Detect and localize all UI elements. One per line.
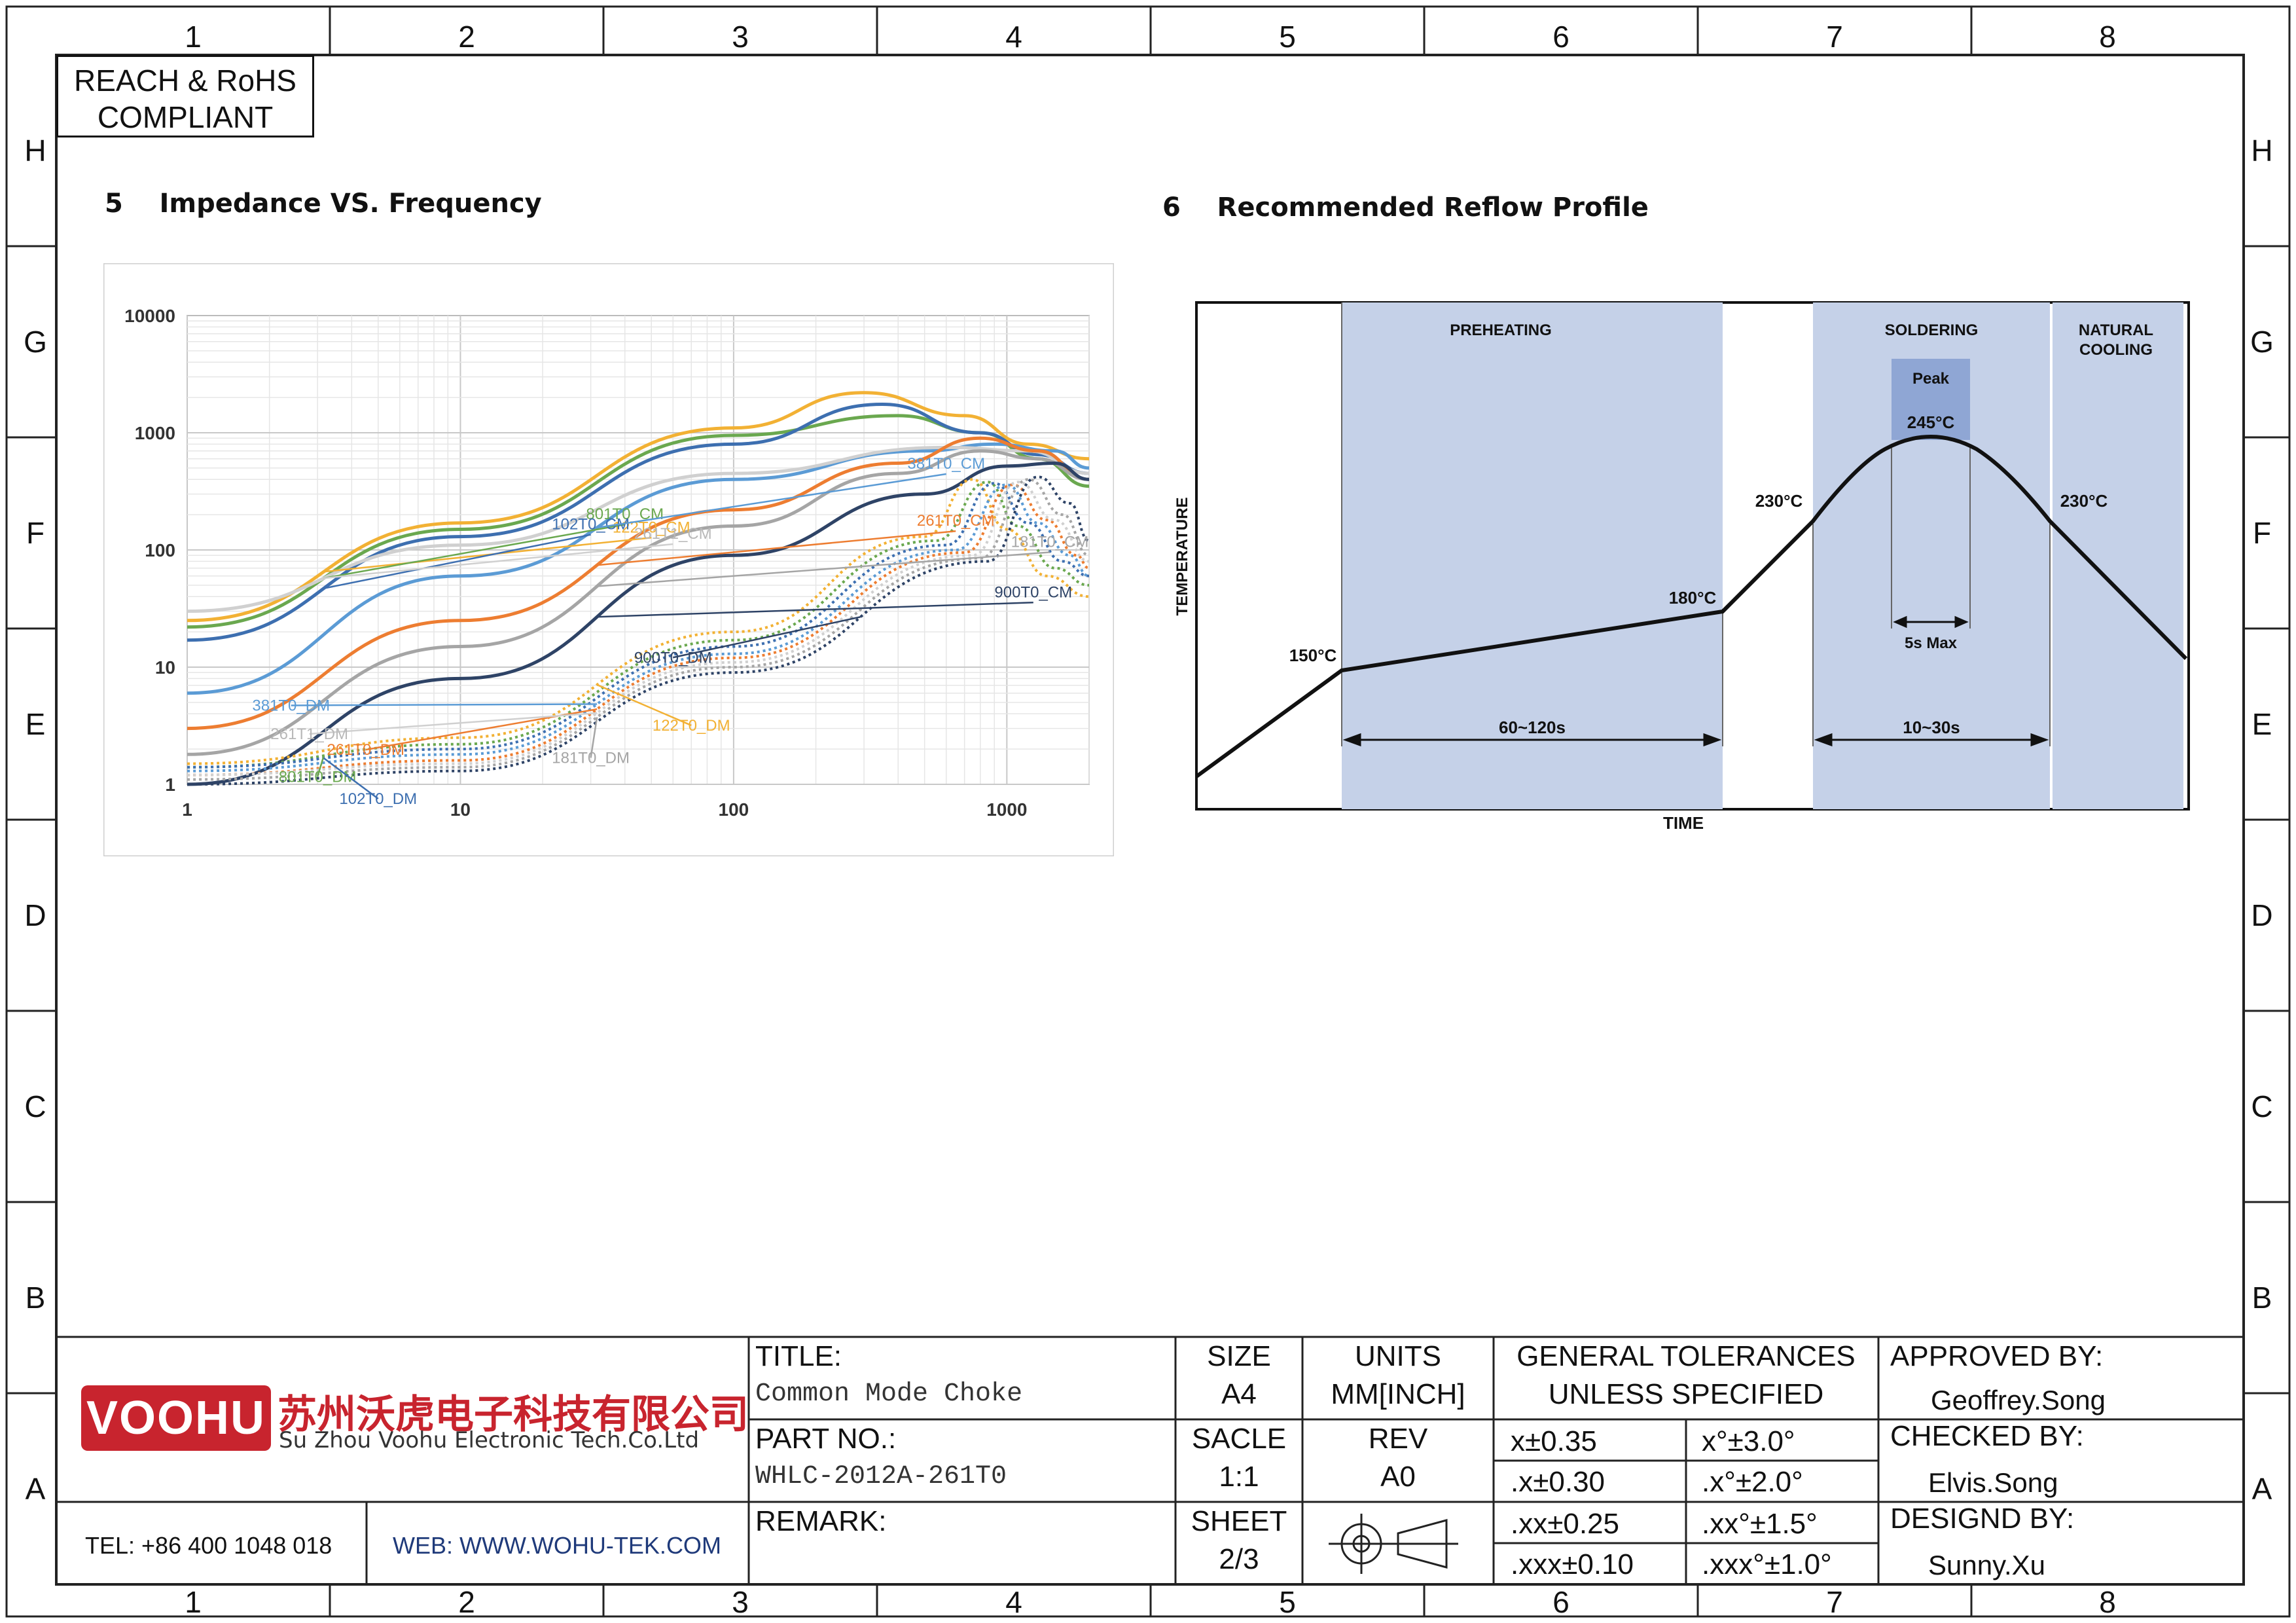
units-value: MM[INCH]: [1331, 1378, 1465, 1410]
tolerance-angular: .x°±2.0°: [1702, 1466, 1803, 1498]
company-name-en: Su Zhou Voohu Electronic Tech.Co.Ltd: [279, 1427, 700, 1453]
company-logo-text: VOOHU: [86, 1392, 266, 1444]
tolerance-linear: .xx±0.25: [1511, 1508, 1620, 1540]
tolerance-angular: x°±3.0°: [1702, 1425, 1795, 1457]
remark-label: REMARK:: [755, 1505, 887, 1537]
website-link[interactable]: WEB: WWW.WOHU-TEK.COM: [393, 1532, 721, 1559]
part-number-label: PART NO.:: [755, 1423, 897, 1455]
tolerance-angular: .xx°±1.5°: [1702, 1508, 1818, 1540]
approved-value: Geoffrey.Song: [1931, 1385, 2106, 1415]
part-number-value: WHLC-2012A-261T0: [755, 1462, 1007, 1491]
tolerance-linear: .xxx±0.10: [1511, 1548, 1634, 1580]
checked-value: Elvis.Song: [1928, 1467, 2058, 1498]
projection-symbol: [1329, 1514, 1458, 1574]
scale-value: 1:1: [1219, 1461, 1259, 1493]
size-value: A4: [1221, 1378, 1257, 1410]
telephone: TEL: +86 400 1048 018: [85, 1532, 332, 1559]
tolerance-title-1: GENERAL TOLERANCES: [1516, 1340, 1856, 1372]
units-label: UNITS: [1355, 1340, 1441, 1372]
tolerance-linear: x±0.35: [1511, 1425, 1597, 1457]
title-label: TITLE:: [755, 1340, 842, 1372]
checked-label: CHECKED BY:: [1890, 1420, 2084, 1452]
title-block-grid: [56, 1336, 2244, 1584]
tolerance-angular: .xxx°±1.0°: [1702, 1548, 1832, 1580]
tolerance-title-2: UNLESS SPECIFIED: [1548, 1378, 1824, 1410]
title-value: Common Mode Choke: [755, 1379, 1023, 1409]
tolerance-linear: .x±0.30: [1511, 1466, 1605, 1498]
rev-value: A0: [1380, 1461, 1416, 1493]
designed-label: DESIGND BY:: [1890, 1503, 2075, 1535]
sheet-value: 2/3: [1219, 1543, 1259, 1575]
sheet-label: SHEET: [1191, 1505, 1287, 1537]
rev-label: REV: [1368, 1423, 1428, 1455]
approved-label: APPROVED BY:: [1890, 1340, 2104, 1372]
designed-value: Sunny.Xu: [1928, 1550, 2046, 1580]
size-label: SIZE: [1207, 1340, 1271, 1372]
scale-label: SACLE: [1191, 1423, 1287, 1455]
